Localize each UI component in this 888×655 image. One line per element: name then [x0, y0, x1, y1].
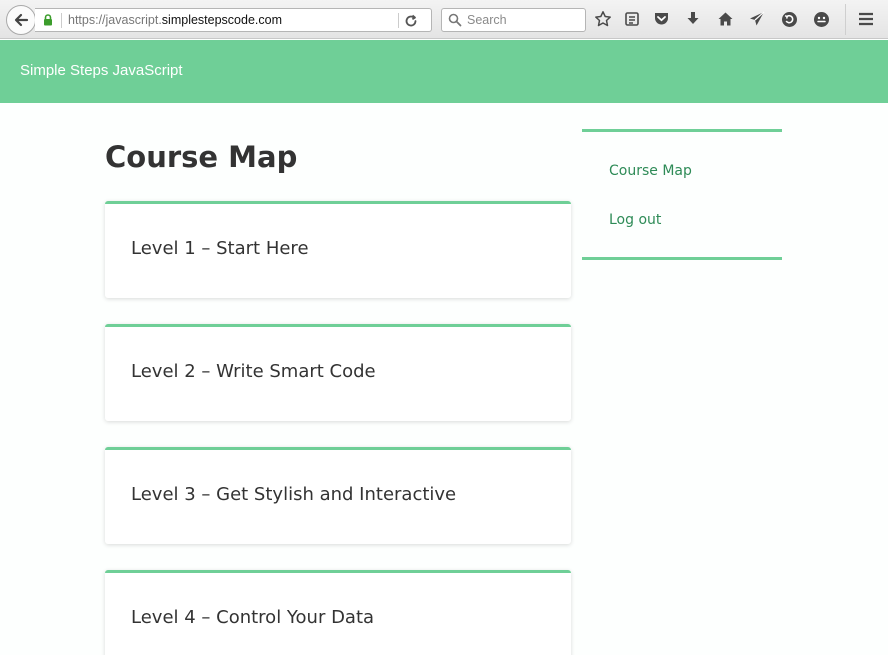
search-bar[interactable]: Search	[441, 8, 586, 32]
back-arrow-icon	[14, 13, 29, 27]
browser-toolbar: https://javascript.simplestepscode.com S…	[0, 0, 888, 39]
level-card-title[interactable]: Level 1 – Start Here	[131, 238, 309, 259]
menu-icon[interactable]	[855, 8, 877, 30]
reload-separator	[398, 13, 399, 28]
address-bar[interactable]: https://javascript.simplestepscode.com	[35, 8, 432, 32]
back-button[interactable]	[6, 5, 36, 35]
toolbar-divider	[845, 4, 846, 35]
page-title: Course Map	[105, 140, 298, 174]
smiley-icon[interactable]	[810, 8, 832, 30]
level-card[interactable]: Level 4 – Control Your Data	[105, 570, 571, 655]
level-card-title[interactable]: Level 3 – Get Stylish and Interactive	[131, 484, 456, 505]
level-card[interactable]: Level 1 – Start Here	[105, 201, 571, 298]
search-icon	[448, 13, 462, 27]
send-icon[interactable]	[746, 8, 768, 30]
sync-icon[interactable]	[778, 8, 800, 30]
level-card[interactable]: Level 3 – Get Stylish and Interactive	[105, 447, 571, 544]
url-prefix: https://javascript.	[68, 13, 162, 27]
url-separator	[61, 13, 62, 28]
site-header: Simple Steps JavaScript	[0, 40, 888, 103]
level-card-title[interactable]: Level 4 – Control Your Data	[131, 607, 374, 628]
level-card[interactable]: Level 2 – Write Smart Code	[105, 324, 571, 421]
pocket-icon[interactable]	[650, 8, 672, 30]
home-icon[interactable]	[714, 8, 736, 30]
search-placeholder: Search	[467, 13, 507, 27]
sidebar-link-course-map[interactable]: Course Map	[609, 163, 692, 179]
site-title[interactable]: Simple Steps JavaScript	[20, 62, 183, 79]
url-text[interactable]: https://javascript.simplestepscode.com	[68, 13, 282, 27]
lock-icon	[44, 14, 52, 26]
download-icon[interactable]	[682, 8, 704, 30]
sidebar-nav: Course Map Log out	[582, 129, 782, 260]
reading-list-icon[interactable]	[621, 8, 643, 30]
level-card-title[interactable]: Level 2 – Write Smart Code	[131, 361, 376, 382]
sidebar-link-log-out[interactable]: Log out	[609, 212, 661, 228]
reload-icon[interactable]	[404, 14, 418, 28]
url-host: simplestepscode.com	[161, 13, 282, 27]
star-icon[interactable]	[592, 8, 614, 30]
